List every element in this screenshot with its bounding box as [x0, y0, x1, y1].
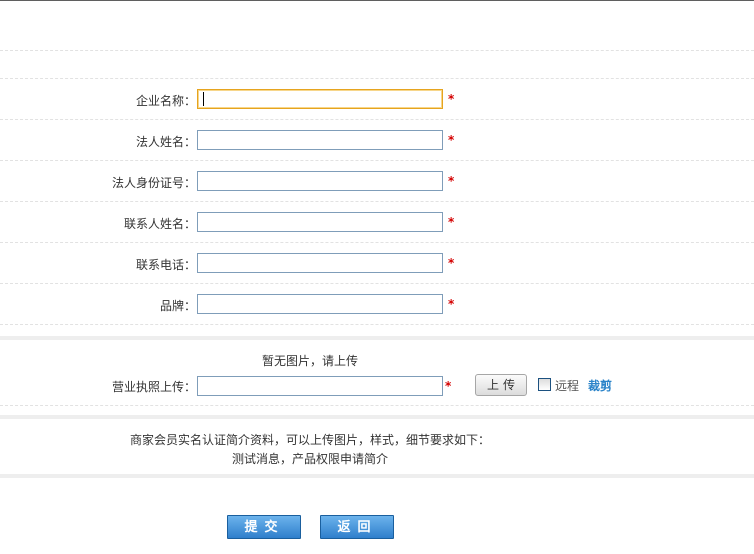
license-input[interactable]	[197, 376, 443, 396]
form-row-legal-name: 法人姓名： *	[0, 121, 754, 161]
divider	[0, 78, 754, 79]
company-name-label: 企业名称：	[135, 94, 196, 108]
form-row-contact-name: 联系人姓名： *	[0, 203, 754, 243]
top-border	[0, 0, 754, 5]
divider	[0, 119, 754, 120]
brand-label: 品牌：	[159, 299, 196, 313]
crop-link[interactable]: 裁剪	[588, 377, 612, 394]
submit-button[interactable]: 提交	[227, 515, 301, 539]
contact-phone-input[interactable]	[197, 253, 443, 273]
legal-name-label: 法人姓名：	[135, 135, 196, 149]
legal-id-input[interactable]	[197, 171, 443, 191]
divider	[0, 324, 754, 325]
back-button[interactable]: 返回	[320, 515, 394, 539]
form-row-contact-phone: 联系电话： *	[0, 244, 754, 284]
license-label: 营业执照上传：	[111, 380, 196, 394]
note-line-1: 商家会员实名认证简介资料，可以上传图片，样式，细节要求如下：	[129, 433, 490, 447]
remote-checkbox[interactable]	[538, 378, 551, 391]
required-mark: *	[448, 297, 455, 311]
form-row-brand: 品牌： *	[0, 285, 754, 325]
upload-button[interactable]: 上传	[475, 374, 527, 396]
section-separator	[0, 336, 754, 340]
contact-phone-label: 联系电话：	[135, 258, 196, 272]
legal-id-label: 法人身份证号：	[111, 176, 196, 190]
divider	[0, 201, 754, 202]
form-row-company-name: 企业名称： *	[0, 80, 754, 120]
divider	[0, 50, 754, 51]
required-mark: *	[448, 133, 455, 147]
brand-input[interactable]	[197, 294, 443, 314]
company-name-input[interactable]	[197, 89, 443, 109]
required-mark: *	[448, 215, 455, 229]
contact-name-input[interactable]	[197, 212, 443, 232]
contact-name-label: 联系人姓名：	[123, 217, 196, 231]
legal-name-input[interactable]	[197, 130, 443, 150]
divider	[0, 160, 754, 161]
required-mark: *	[448, 174, 455, 188]
text-caret	[203, 92, 204, 106]
required-mark: *	[445, 379, 452, 393]
form-row-legal-id: 法人身份证号： *	[0, 162, 754, 202]
section-separator	[0, 415, 754, 419]
form-row-license: 营业执照上传： *	[0, 366, 754, 406]
section-separator	[0, 474, 754, 478]
required-mark: *	[448, 256, 455, 270]
divider	[0, 242, 754, 243]
remote-label: 远程	[555, 379, 580, 393]
required-mark: *	[448, 92, 455, 106]
divider	[0, 283, 754, 284]
divider	[0, 405, 754, 406]
note-line-2: 测试消息，产品权限申请简介	[231, 452, 388, 466]
